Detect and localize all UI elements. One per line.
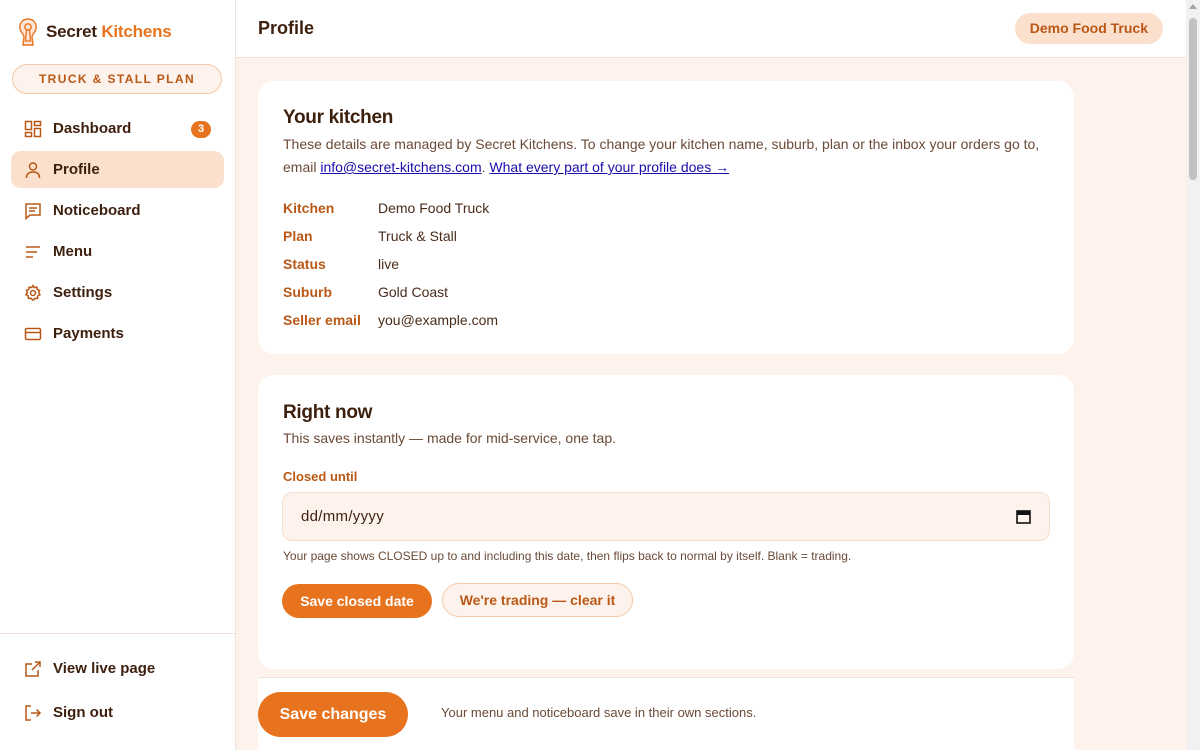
sidebar-divider [0,633,236,634]
detail-label: Seller email [283,312,361,328]
sidebar-item-noticeboard[interactable]: Noticeboard [11,192,224,229]
sidebar-item-settings[interactable]: Settings [11,274,224,311]
detail-row-suburb: Suburb Gold Coast [283,278,498,306]
detail-row-seller-email: Seller email you@example.com [283,306,498,334]
scroll-up-arrow-icon[interactable] [1189,4,1197,9]
email-link[interactable]: info@secret-kitchens.com [320,159,481,175]
detail-value: Truck & Stall [378,228,457,244]
date-placeholder: dd/mm/yyyy [301,508,385,525]
keyhole-logo-icon [19,18,37,46]
sidebar-item-label: Sign out [53,704,113,721]
page-title: Profile [258,18,315,38]
sidebar: Secret Kitchens TRUCK & STALL PLAN Dashb… [0,0,236,750]
sidebar-item-menu[interactable]: Menu [11,233,224,270]
save-changes-button[interactable]: Save changes [258,692,408,737]
calendar-icon[interactable] [1016,509,1031,524]
sidebar-item-label: Payments [53,325,124,342]
sidebar-item-label: Settings [53,284,113,301]
save-bar-note: Your menu and noticeboard save in their … [441,705,757,720]
menu-lines-icon [24,243,42,261]
profile-help-link[interactable]: What every part of your profile does → [489,159,729,175]
detail-label: Kitchen [283,200,335,216]
sign-out-link[interactable]: Sign out [11,694,224,731]
gear-icon [24,283,42,302]
your-kitchen-card: Your kitchen These details are managed b… [258,81,1074,354]
save-closed-date-button[interactable]: Save closed date [282,584,432,618]
card-icon [24,325,42,343]
detail-value: Gold Coast [378,284,449,300]
notification-badge: 3 [191,121,211,138]
detail-value: live [378,256,400,272]
sidebar-item-profile[interactable]: Profile [11,151,224,188]
user-icon [24,161,42,179]
detail-label: Status [283,256,326,272]
message-icon [24,202,42,220]
detail-row-status: Status live [283,250,498,278]
brand[interactable]: Secret Kitchens [16,17,172,47]
right-now-card: Right now This saves instantly — made fo… [258,375,1074,669]
sidebar-item-payments[interactable]: Payments [11,315,224,352]
view-live-page-link[interactable]: View live page [11,650,224,687]
sidebar-item-label: Menu [53,243,93,260]
detail-label: Plan [283,228,313,244]
scroll-thumb[interactable] [1189,18,1197,180]
sign-out-icon [24,704,42,722]
sidebar-item-label: View live page [53,660,156,677]
top-bar: Profile Demo Food Truck [236,0,1186,58]
clear-closed-date-button[interactable]: We're trading — clear it [442,583,633,617]
sidebar-item-label: Profile [53,161,100,178]
closed-until-date-input[interactable]: dd/mm/yyyy [282,492,1050,541]
detail-row-plan: Plan Truck & Stall [283,222,498,250]
kitchen-name-badge: Demo Food Truck [1014,13,1163,44]
sidebar-bottom-nav: View live page Sign out [11,650,224,738]
closed-until-hint: Your page shows CLOSED up to and includi… [283,549,852,563]
page-scrollbar[interactable] [1186,0,1200,750]
sidebar-nav: Dashboard 3 Profile Noticeboard Menu Set… [11,110,224,356]
sidebar-item-label: Dashboard [53,120,132,137]
detail-value: Demo Food Truck [378,200,490,216]
external-link-icon [24,660,42,678]
save-bar: Save changes Your menu and noticeboard s… [258,677,1074,750]
closed-until-label: Closed until [283,469,358,484]
card-title: Your kitchen [283,107,394,128]
plan-badge: TRUCK & STALL PLAN [12,64,222,94]
brand-name: Secret Kitchens [46,22,172,41]
detail-label: Suburb [283,284,332,300]
sidebar-item-dashboard[interactable]: Dashboard 3 [11,110,224,147]
detail-row-kitchen: Kitchen Demo Food Truck [283,194,498,222]
card-description: These details are managed by Secret Kitc… [283,136,1040,175]
card-title: Right now [283,402,373,423]
detail-value: you@example.com [378,312,499,328]
sidebar-item-label: Noticeboard [53,202,141,219]
dashboard-icon [24,120,42,138]
card-description: This saves instantly — made for mid-serv… [283,430,617,446]
kitchen-details: Kitchen Demo Food Truck Plan Truck & Sta… [283,194,498,334]
